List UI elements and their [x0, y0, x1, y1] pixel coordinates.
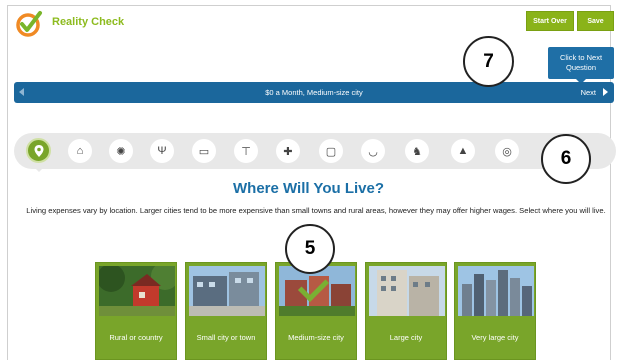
- car-glyph: ▭: [198, 145, 210, 158]
- clothing-glyph: ⊤: [241, 145, 251, 158]
- bowl-glyph: ◡: [368, 145, 378, 158]
- pet-glyph: ♞: [412, 145, 422, 158]
- graduation-glyph: ▲: [457, 145, 469, 157]
- piggy-bank-icon[interactable]: ◎: [495, 139, 519, 163]
- tv-glyph: ▢: [325, 145, 337, 158]
- save-button[interactable]: Save: [577, 11, 614, 31]
- choice-label: Small city or town: [196, 333, 256, 342]
- choice-label: Large city: [389, 333, 423, 342]
- next-arrow-icon[interactable]: [603, 88, 608, 96]
- location-pin-icon[interactable]: [26, 138, 51, 172]
- bowl-icon[interactable]: ◡: [361, 139, 385, 163]
- app-title: Reality Check: [52, 16, 125, 28]
- food-glyph: Ψ: [157, 145, 167, 157]
- callout-number: 5: [285, 224, 335, 274]
- choice-small-city-or-town[interactable]: Small city or town: [185, 262, 267, 360]
- callout-number: 6: [541, 134, 591, 184]
- utilities-bulb-icon[interactable]: ✺: [109, 139, 133, 163]
- small-city-image: [189, 266, 265, 316]
- very-large-city-image: [458, 266, 534, 316]
- graduation-cap-icon[interactable]: ▲: [451, 139, 475, 163]
- next-question-button[interactable]: Click to Next Question: [548, 47, 614, 84]
- car-icon[interactable]: ▭: [192, 139, 216, 163]
- home-icon[interactable]: ⌂: [68, 139, 92, 163]
- page-description: Living expenses vary by location. Larger…: [26, 206, 606, 215]
- first-aid-glyph: ✚: [283, 145, 293, 158]
- home-glyph: ⌂: [76, 145, 84, 157]
- rural-house-image: [99, 266, 175, 316]
- food-utensils-icon[interactable]: Ψ: [150, 139, 174, 163]
- choice-label: Medium-size city: [288, 333, 344, 342]
- pet-icon[interactable]: ♞: [405, 139, 429, 163]
- reality-check-logo: [16, 11, 42, 37]
- choice-very-large-city[interactable]: Very large city: [454, 262, 536, 360]
- large-city-image: [369, 266, 445, 316]
- piggy-bank-glyph: ◎: [502, 145, 512, 158]
- start-over-button[interactable]: Start Over: [526, 11, 574, 31]
- tv-icon[interactable]: ▢: [319, 139, 343, 163]
- page-title: Where Will You Live?: [233, 180, 384, 197]
- choice-rural-or-country[interactable]: Rural or country: [95, 262, 177, 360]
- utilities-glyph: ✺: [116, 145, 126, 158]
- choice-label: Very large city: [471, 333, 519, 342]
- next-button[interactable]: Next: [581, 88, 596, 97]
- selection-status-bar: $0 a Month, Medium-size city Next: [14, 82, 614, 103]
- category-icon-strip: ⌂ ✺ Ψ ▭ ⊤ ✚ ▢ ◡ ♞ ▲ ◎: [14, 133, 616, 172]
- choice-label: Rural or country: [109, 333, 163, 342]
- choice-large-city[interactable]: Large city: [365, 262, 447, 360]
- selection-summary: $0 a Month, Medium-size city: [265, 88, 363, 97]
- clothing-shirt-icon[interactable]: ⊤: [234, 139, 258, 163]
- first-aid-kit-icon[interactable]: ✚: [276, 139, 300, 163]
- callout-number: 7: [463, 36, 514, 87]
